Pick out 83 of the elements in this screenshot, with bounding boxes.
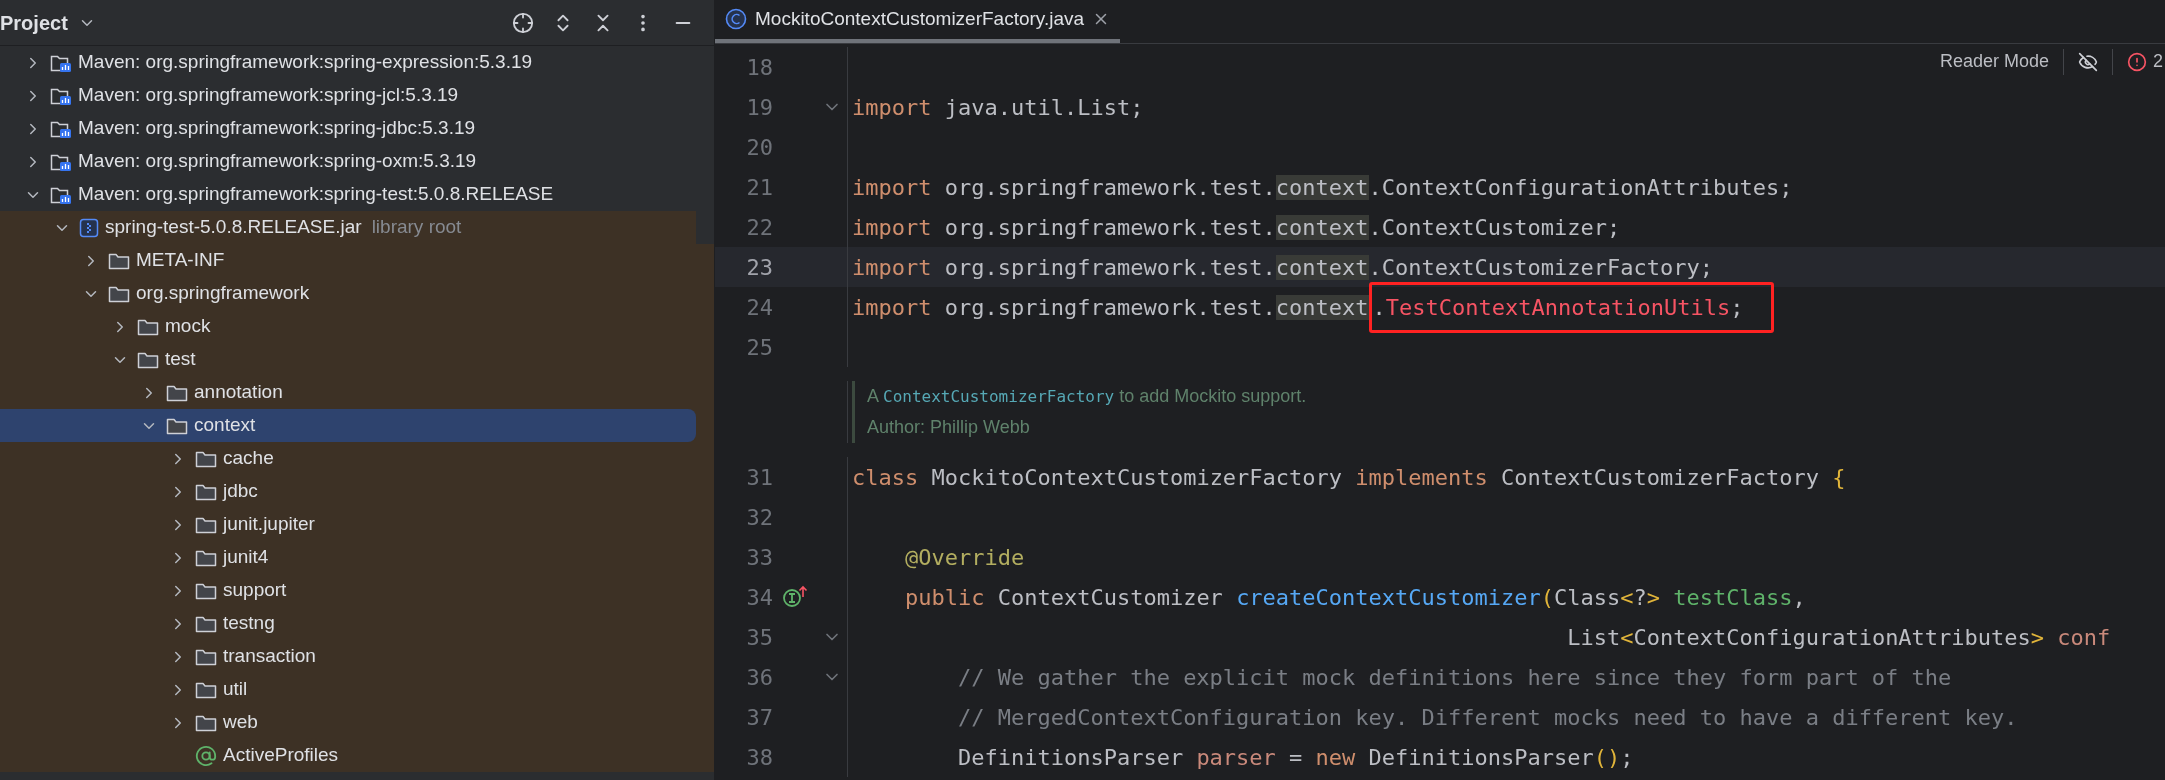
folder-icon xyxy=(166,383,188,402)
code-line: // We gather the explicit mock definitions here since they form part of the xyxy=(956,663,1952,692)
code-line: @Override xyxy=(903,543,1025,572)
folder-icon xyxy=(166,416,188,435)
tree-item-label: annotation xyxy=(194,380,283,405)
problem-count: 2 xyxy=(2153,50,2164,73)
panel-title[interactable]: Project xyxy=(0,7,68,38)
jar-icon xyxy=(79,217,99,238)
folder-icon xyxy=(195,581,217,600)
class-icon xyxy=(725,8,747,30)
tree-item-label: mock xyxy=(165,314,211,339)
folder-icon xyxy=(108,251,130,270)
folder-icon xyxy=(108,284,130,303)
line-number: 32 xyxy=(745,503,773,532)
tree-item-label: junit4 xyxy=(223,545,269,570)
doc-author: Author: Phillip Webb xyxy=(867,416,1031,439)
folder-icon xyxy=(195,680,217,699)
tree-item-hint: library root xyxy=(371,215,462,240)
doc-comment-text: A ContextCustomizerFactory to add Mockito support. xyxy=(867,385,1307,408)
code-line: import org.springframework.test.context xyxy=(852,293,1369,322)
eye-off-icon[interactable] xyxy=(2078,51,2098,72)
tree-item-label: cache xyxy=(223,446,274,471)
tree-item-label: META-INF xyxy=(136,248,225,273)
tree-item-label: util xyxy=(223,677,248,702)
tree-item-label: web xyxy=(223,710,258,735)
reader-mode-toggle[interactable]: Reader Mode xyxy=(1939,48,2049,75)
folder-icon xyxy=(195,548,217,567)
tree-item-label: testng xyxy=(223,611,275,636)
tree-item-label: Maven: org.springframework:spring-jcl:5.3.19 xyxy=(78,83,459,108)
line-number: 18 xyxy=(745,53,773,82)
code-line: import org.springframework.test.context.ContextCustomizerFactory; xyxy=(852,253,1713,282)
folder-icon xyxy=(195,482,217,501)
tree-item[interactable]: spring-test-5.0.8.RELEASE.jar library root xyxy=(0,211,696,244)
tree-item-label: context xyxy=(194,413,256,438)
folder-icon xyxy=(195,713,217,732)
line-number: 22 xyxy=(745,213,773,242)
code-line: import org.springframework.test.context.ContextConfigurationAttributes; xyxy=(852,173,1793,202)
tree-item-label: spring-test-5.0.8.RELEASE.jar xyxy=(105,215,362,240)
line-number: 20 xyxy=(745,133,773,162)
tree-item-label: support xyxy=(223,578,287,603)
tree-item-label: Maven: org.springframework:spring-oxm:5.3.19 xyxy=(78,149,477,174)
folder-icon xyxy=(195,647,217,666)
line-number: 35 xyxy=(745,623,773,652)
tree-item-label: ActiveProfiles xyxy=(223,743,339,768)
tree-item-label: org.springframework xyxy=(136,281,310,306)
code-line: // MergedContextConfiguration key. Different mocks need to have a different key. xyxy=(956,703,2018,732)
doc-link[interactable]: ContextCustomizerFactory xyxy=(883,387,1115,406)
code-line: import java.util.List; xyxy=(852,93,1144,122)
line-number: 34 xyxy=(745,583,773,612)
code-line: DefinitionsParser parser = new DefinitionsParser(); xyxy=(956,743,1634,772)
code-line: import org.springframework.test.context.ContextCustomizer; xyxy=(852,213,1621,242)
line-number: 21 xyxy=(745,173,773,202)
line-number: 37 xyxy=(745,703,773,732)
tree-item-label: Maven: org.springframework:spring-test:5.0.8.RELEASE xyxy=(78,182,554,207)
error-icon[interactable] xyxy=(2127,51,2147,72)
line-number: 23 xyxy=(745,253,773,282)
tree-item-label: Maven: org.springframework:spring-expression:5.3.19 xyxy=(78,50,533,75)
folder-icon xyxy=(137,317,159,336)
line-number: 24 xyxy=(745,293,773,322)
locate-icon[interactable] xyxy=(512,11,534,34)
folder-icon xyxy=(195,449,217,468)
tree-item-label: test xyxy=(165,347,196,372)
code-line: List<ContextConfigurationAttributes> conf xyxy=(1566,623,2111,652)
editor-tab[interactable]: MockitoContextCustomizerFactory.java xyxy=(715,0,1121,43)
line-number: 36 xyxy=(745,663,773,692)
folder-icon xyxy=(137,350,159,369)
line-number: 38 xyxy=(745,743,773,772)
outlined-code: .TestContextAnnotationUtils; xyxy=(1368,281,1775,333)
line-number: 25 xyxy=(745,333,773,362)
annotation-icon xyxy=(195,744,217,767)
code-line: public ContextCustomizer createContextCustomizer(Class<?> testClass, xyxy=(903,583,1806,612)
line-number: 33 xyxy=(745,543,773,572)
tree-item-label: junit.jupiter xyxy=(223,512,315,537)
code-line: class MockitoContextCustomizerFactory implements ContextCustomizerFactory { xyxy=(852,463,1846,492)
tree-item-label: Maven: org.springframework:spring-jdbc:5.3.19 xyxy=(78,116,476,141)
line-number: 31 xyxy=(745,463,773,492)
tree-item[interactable]: context xyxy=(0,409,696,442)
implements-marker-icon[interactable] xyxy=(782,585,808,609)
tree-item-label: jdbc xyxy=(223,479,258,504)
line-number: 19 xyxy=(745,93,773,122)
folder-icon xyxy=(195,614,217,633)
folder-icon xyxy=(195,515,217,534)
tree-item-label: transaction xyxy=(223,644,316,669)
